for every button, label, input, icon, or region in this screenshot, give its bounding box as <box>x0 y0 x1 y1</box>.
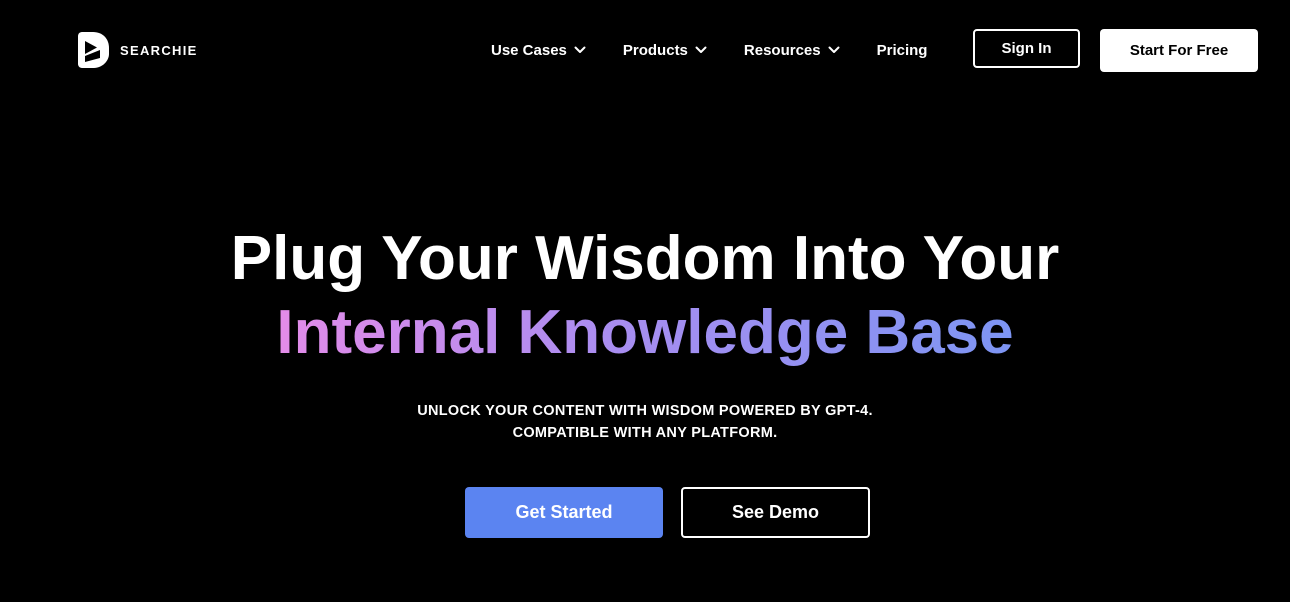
nav-item-resources[interactable]: Resources <box>744 42 840 59</box>
hero-subheading: UNLOCK YOUR CONTENT WITH WISDOM POWERED … <box>0 400 1290 444</box>
hero-subheading-line-2: COMPATIBLE WITH ANY PLATFORM. <box>512 425 778 441</box>
hero-title-line-1: Plug Your Wisdom Into Your <box>230 224 1060 293</box>
brand-name: SEARCHIE <box>120 42 198 58</box>
main-nav: Use Cases Products Resources Pricing <box>491 38 927 62</box>
nav-item-label: Use Cases <box>491 41 567 59</box>
sign-in-button[interactable]: Sign In <box>973 29 1080 68</box>
nav-item-label: Pricing <box>876 41 928 59</box>
nav-item-label: Resources <box>743 41 821 59</box>
searchie-play-icon <box>78 32 109 68</box>
hero-subheading-line-1: UNLOCK YOUR CONTENT WITH WISDOM POWERED … <box>417 403 873 419</box>
start-for-free-button[interactable]: Start For Free <box>1100 29 1258 72</box>
hero-title-line-2: Internal Knowledge Base <box>276 296 1013 370</box>
landing-page: SEARCHIE Use Cases Products Resources Pr… <box>0 0 1290 602</box>
brand-logo[interactable]: SEARCHIE <box>78 32 198 68</box>
chevron-down-icon <box>695 46 707 53</box>
nav-item-pricing[interactable]: Pricing <box>877 42 928 59</box>
nav-item-products[interactable]: Products <box>623 42 707 59</box>
nav-item-use-cases[interactable]: Use Cases <box>491 42 586 59</box>
chevron-down-icon <box>828 46 840 53</box>
see-demo-button[interactable]: See Demo <box>681 487 870 538</box>
hero-title: Plug Your Wisdom Into Your Internal Know… <box>0 222 1290 370</box>
get-started-button[interactable]: Get Started <box>465 487 663 538</box>
nav-item-label: Products <box>622 41 688 59</box>
chevron-down-icon <box>574 46 586 53</box>
